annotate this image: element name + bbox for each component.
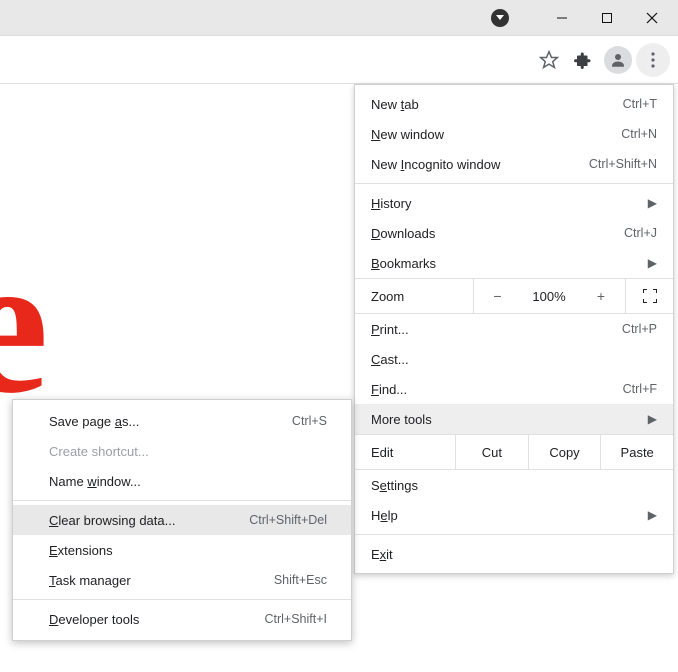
menu-settings[interactable]: Settings	[355, 470, 673, 500]
more-tools-submenu: Save page as... Ctrl+S Create shortcut..…	[12, 399, 352, 641]
submenu-task-manager[interactable]: Task manager Shift+Esc	[13, 565, 351, 595]
menu-more-tools[interactable]: More tools ▶	[355, 404, 673, 434]
kebab-menu-icon[interactable]	[636, 43, 670, 77]
window-close-button[interactable]	[629, 3, 674, 33]
submenu-name-window[interactable]: Name window...	[13, 466, 351, 496]
menu-bookmarks[interactable]: Bookmarks ▶	[355, 248, 673, 278]
menu-divider	[355, 183, 673, 184]
submenu-arrow-icon: ▶	[648, 256, 657, 270]
window-minimize-button[interactable]	[539, 3, 584, 33]
menu-zoom-row: Zoom − 100% +	[355, 278, 673, 314]
submenu-developer-tools[interactable]: Developer tools Ctrl+Shift+I	[13, 604, 351, 634]
menu-print[interactable]: Print... Ctrl+P	[355, 314, 673, 344]
menu-edit-row: Edit Cut Copy Paste	[355, 434, 673, 470]
opera-badge-icon[interactable]	[491, 9, 509, 27]
menu-new-tab[interactable]: New tab Ctrl+T	[355, 89, 673, 119]
chrome-main-menu: New tab Ctrl+T New window Ctrl+N New Inc…	[354, 84, 674, 574]
window-maximize-button[interactable]	[584, 3, 629, 33]
menu-find[interactable]: Find... Ctrl+F	[355, 374, 673, 404]
menu-divider	[355, 534, 673, 535]
submenu-extensions[interactable]: Extensions	[13, 535, 351, 565]
edit-copy-button[interactable]: Copy	[528, 435, 601, 469]
submenu-arrow-icon: ▶	[648, 412, 657, 426]
edit-cut-button[interactable]: Cut	[455, 435, 528, 469]
extensions-puzzle-icon[interactable]	[566, 43, 600, 77]
bookmark-star-icon[interactable]	[532, 43, 566, 77]
zoom-percentage: 100%	[521, 279, 577, 313]
submenu-save-page-as[interactable]: Save page as... Ctrl+S	[13, 406, 351, 436]
submenu-create-shortcut: Create shortcut...	[13, 436, 351, 466]
zoom-in-button[interactable]: +	[577, 279, 625, 313]
menu-downloads[interactable]: Downloads Ctrl+J	[355, 218, 673, 248]
fullscreen-button[interactable]	[625, 279, 673, 313]
zoom-out-button[interactable]: −	[473, 279, 521, 313]
fullscreen-icon	[643, 289, 657, 303]
menu-cast[interactable]: Cast...	[355, 344, 673, 374]
menu-new-window[interactable]: New window Ctrl+N	[355, 119, 673, 149]
submenu-divider	[13, 500, 351, 501]
browser-toolbar	[0, 36, 678, 84]
menu-incognito[interactable]: New Incognito window Ctrl+Shift+N	[355, 149, 673, 179]
submenu-arrow-icon: ▶	[648, 196, 657, 210]
zoom-label: Zoom	[355, 289, 473, 304]
profile-avatar-icon[interactable]	[604, 46, 632, 74]
submenu-clear-browsing-data[interactable]: Clear browsing data... Ctrl+Shift+Del	[13, 505, 351, 535]
menu-help[interactable]: Help ▶	[355, 500, 673, 530]
menu-exit[interactable]: Exit	[355, 539, 673, 569]
edit-label: Edit	[355, 445, 455, 460]
submenu-divider	[13, 599, 351, 600]
edit-paste-button[interactable]: Paste	[600, 435, 673, 469]
window-titlebar	[0, 0, 678, 36]
menu-history[interactable]: History ▶	[355, 188, 673, 218]
submenu-arrow-icon: ▶	[648, 508, 657, 522]
